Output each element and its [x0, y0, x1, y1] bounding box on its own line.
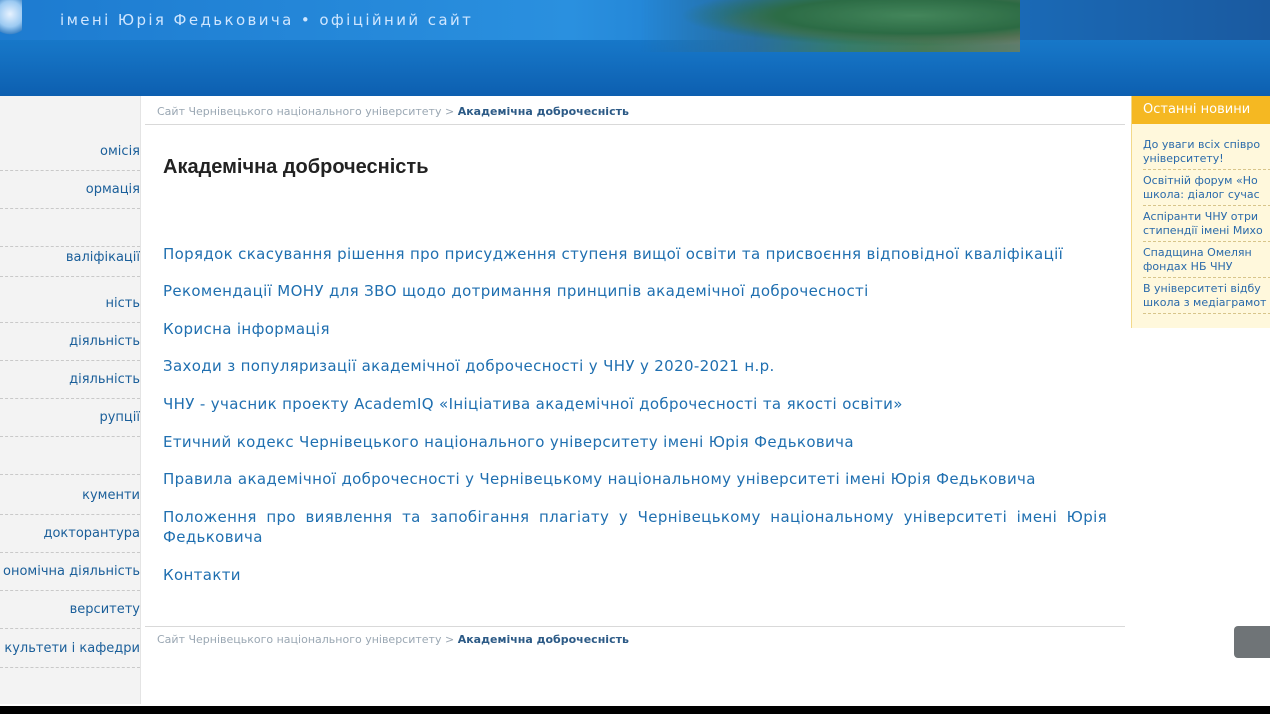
breadcrumb-root-link[interactable]: Сайт Чернівецького національного універс… [157, 633, 441, 646]
site-header: імені Юрія Федьковича • офіційний сайт [0, 0, 1270, 96]
sidebar-item[interactable]: діяльність [0, 324, 140, 361]
document-link[interactable]: Рекомендації МОНУ для ЗВО щодо дотриманн… [163, 281, 1107, 301]
news-item[interactable]: Освітній форум «Но школа: діалог сучас [1143, 174, 1270, 206]
sidebar-item-label: культети і кафедри [4, 641, 140, 656]
news-item[interactable]: Аспіранти ЧНУ отри стипендії імені Михо [1143, 210, 1270, 242]
news-item-line: університету! [1143, 152, 1224, 165]
sidebar-item[interactable]: валіфікації [0, 240, 140, 277]
news-item-line: Аспіранти ЧНУ отри [1143, 210, 1259, 223]
sidebar-item-label: валіфікації [65, 250, 140, 265]
news-item-line: До уваги всіх співро [1143, 138, 1261, 151]
bottom-bar [0, 706, 1270, 714]
document-link[interactable]: ЧНУ - учасник проекту AcademIQ «Ініціати… [163, 394, 1107, 414]
news-item-line: школа з медіаграмот [1143, 296, 1267, 309]
news-item-line: фондах НБ ЧНУ [1143, 260, 1233, 273]
document-link[interactable]: Порядок скасування рішення про присуджен… [163, 244, 1107, 264]
document-link[interactable]: Правила академічної доброчесності у Черн… [163, 469, 1107, 489]
document-link[interactable]: Етичний кодекс Чернівецького національно… [163, 432, 1107, 452]
sidebar-item[interactable]: кументи [0, 478, 140, 515]
sidebar-item-label: верситету [69, 602, 140, 617]
breadcrumb-current: Академічна доброчесність [457, 105, 629, 118]
sidebar-item-label: ність [105, 296, 141, 311]
document-link[interactable]: Положення про виявлення та запобігання п… [163, 507, 1107, 547]
sidebar-item-label: кументи [82, 488, 140, 503]
sidebar-item-label: ономічна діяльність [3, 564, 140, 579]
breadcrumb: Сайт Чернівецького національного універс… [145, 99, 1125, 125]
sidebar-item[interactable] [0, 438, 140, 475]
news-heading: Останні новини [1132, 96, 1270, 124]
header-campus-photo [640, 0, 1020, 52]
sidebar-item[interactable]: верситету [0, 592, 140, 629]
sidebar-item[interactable]: ормація [0, 172, 140, 209]
site-subtitle: імені Юрія Федьковича • офіційний сайт [60, 11, 474, 29]
document-link[interactable]: Заходи з популяризації академічної добро… [163, 356, 1107, 376]
sidebar-item[interactable]: ність [0, 286, 140, 323]
sidebar-item[interactable]: докторантура [0, 516, 140, 553]
university-logo[interactable] [0, 0, 22, 36]
sidebar-item-label: омісія [100, 144, 140, 159]
latest-news-panel: Останні новини До уваги всіх співро унів… [1131, 96, 1270, 328]
sidebar-item[interactable]: омісія [0, 134, 140, 171]
news-item-line: школа: діалог сучас [1143, 188, 1260, 201]
breadcrumb-separator: > [444, 633, 455, 646]
news-item-line: Спадщина Омелян [1143, 246, 1252, 259]
news-item-line: В університеті відбу [1143, 282, 1261, 295]
breadcrumb-root-link[interactable]: Сайт Чернівецького національного універс… [157, 105, 441, 118]
sidebar-nav: омісія ормація валіфікації ність діяльні… [0, 96, 141, 704]
sidebar-item-label: докторантура [43, 526, 140, 541]
sidebar-item[interactable]: ономічна діяльність [0, 554, 140, 591]
document-link[interactable]: Корисна інформація [163, 319, 1107, 339]
sidebar-item-label: діяльність [69, 372, 140, 387]
sidebar-item-label: ормація [85, 182, 140, 197]
page-title: Академічна доброчесність [163, 156, 429, 178]
breadcrumb-separator: > [444, 105, 455, 118]
news-item[interactable]: В університеті відбу школа з медіаграмот [1143, 282, 1270, 314]
document-link[interactable]: Контакти [163, 565, 1107, 585]
breadcrumb-footer: Сайт Чернівецького національного універс… [145, 626, 1125, 652]
sidebar-item-label: діяльність [69, 334, 140, 349]
scroll-to-top-button[interactable] [1234, 626, 1270, 658]
sidebar-item[interactable]: діяльність [0, 362, 140, 399]
sidebar-item[interactable]: рупції [0, 400, 140, 437]
news-item[interactable]: Спадщина Омелян фондах НБ ЧНУ [1143, 246, 1270, 278]
news-item-line: стипендії імені Михо [1143, 224, 1263, 237]
sidebar-item[interactable]: культети і кафедри [0, 631, 140, 668]
breadcrumb-current: Академічна доброчесність [457, 633, 629, 646]
news-item-line: Освітній форум «Но [1143, 174, 1258, 187]
news-item[interactable]: До уваги всіх співро університету! [1143, 138, 1270, 170]
sidebar-item-label: рупції [99, 410, 140, 425]
